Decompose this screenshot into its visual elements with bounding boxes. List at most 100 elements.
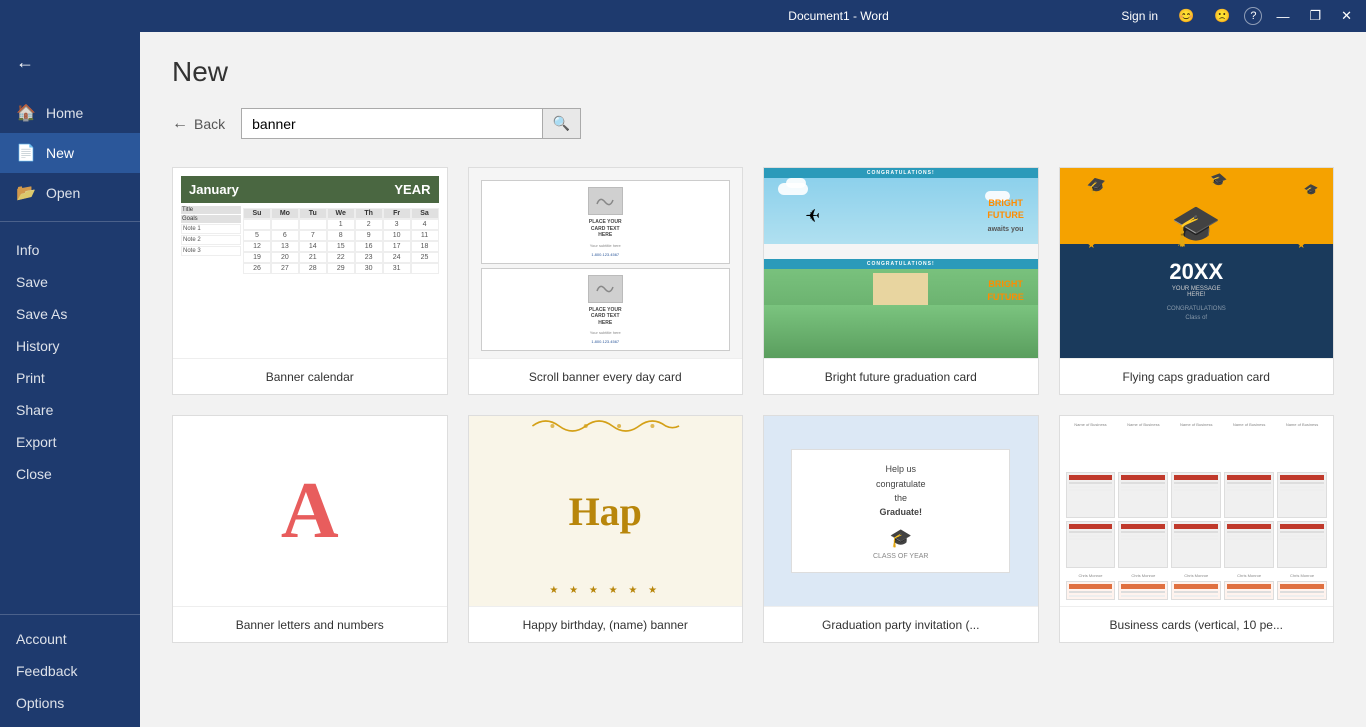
- template-card-happy-birthday[interactable]: Hap ★ ★ ★ ★ ★ ★ Happy birthday, (name) b…: [468, 415, 744, 643]
- sidebar-item-account[interactable]: Account: [0, 623, 140, 655]
- congratulations-banner-mid: CONGRATULATIONS!: [764, 259, 1038, 269]
- cal-header: January YEAR: [181, 176, 439, 203]
- biz-subname-4: Chris Monroe: [1224, 573, 1274, 578]
- sidebar-item-print[interactable]: Print: [0, 362, 140, 394]
- template-thumbnail-bright-future: ✈ BRIGHTFUTUREawaits you CONGRATULATIONS…: [764, 168, 1038, 358]
- sidebar-item-info[interactable]: Info: [0, 234, 140, 266]
- sidebar-back-button[interactable]: ←: [0, 44, 140, 81]
- sidebar-mid-items: Info Save Save As History Print Share Ex…: [0, 230, 140, 494]
- template-thumbnail-happy-birthday: Hap ★ ★ ★ ★ ★ ★: [469, 416, 743, 606]
- template-grid: January YEAR Title Goals Note 1 Note 2 N…: [172, 167, 1334, 643]
- biz-subname-1: Chris Monroe: [1066, 573, 1116, 578]
- biz-card-4: [1224, 472, 1274, 519]
- search-input[interactable]: [242, 110, 542, 138]
- sidebar-divider-2: [0, 614, 140, 615]
- maximize-button[interactable]: ❐: [1303, 6, 1327, 26]
- template-card-banner-calendar[interactable]: January YEAR Title Goals Note 1 Note 2 N…: [172, 167, 448, 395]
- template-card-bright-future[interactable]: ✈ BRIGHTFUTUREawaits you CONGRATULATIONS…: [763, 167, 1039, 395]
- template-label-banner-calendar: Banner calendar: [173, 358, 447, 394]
- sidebar-item-home-label: Home: [46, 105, 83, 121]
- new-icon: 📄: [16, 143, 36, 163]
- sidebar-bottom: Account Feedback Options: [0, 623, 140, 727]
- sidebar-mid: Info Save Save As History Print Share Ex…: [0, 230, 140, 606]
- close-button[interactable]: ✕: [1335, 6, 1358, 26]
- party-class-of: CLASS OF YEAR: [804, 553, 997, 560]
- page-title: New: [172, 56, 1334, 88]
- sidebar-item-share[interactable]: Share: [0, 394, 140, 426]
- minimize-button[interactable]: —: [1270, 7, 1295, 26]
- biz-card-6: [1066, 521, 1116, 568]
- biz-col-header-2: Name of Business: [1118, 422, 1168, 469]
- template-label-graduation-party: Graduation party invitation (...: [764, 606, 1038, 642]
- sidebar-item-options[interactable]: Options: [0, 687, 140, 719]
- grad-congratulations-text: CONGRATULATIONSClass of: [1167, 305, 1226, 323]
- title-bar-title: Document1 - Word: [562, 9, 1116, 23]
- biz-card-3: [1171, 472, 1221, 519]
- template-card-banner-letters[interactable]: A Banner letters and numbers: [172, 415, 448, 643]
- sidebar-item-feedback[interactable]: Feedback: [0, 655, 140, 687]
- template-card-scroll-banner[interactable]: PLACE YOURCARD TEXTHERE Your subtitle he…: [468, 167, 744, 395]
- template-thumbnail-flying-caps: 🎓 🎓 🎓 🎓 ★ ★ 20XX CONGRATULATIONSClass of…: [1060, 168, 1334, 358]
- sidebar-item-save[interactable]: Save: [0, 266, 140, 298]
- biz-card-9: [1224, 521, 1274, 568]
- scroll-banner-thumb: PLACE YOURCARD TEXTHERE Your subtitle he…: [469, 168, 743, 358]
- template-thumbnail-business-cards: Name of Business Name of Business Name o…: [1060, 416, 1334, 606]
- search-button[interactable]: 🔍: [542, 109, 580, 138]
- sidebar-item-save-as[interactable]: Save As: [0, 298, 140, 330]
- cal-month: January: [189, 182, 239, 197]
- title-bar: Document1 - Word Sign in 😊 🙁 ? — ❐ ✕: [0, 0, 1366, 32]
- ribbon-svg: [469, 416, 743, 436]
- party-card-inner: Help uscongratulatethe Graduate! 🎓 CLASS…: [791, 449, 1010, 573]
- bright-future-text: BRIGHTFUTUREawaits you: [987, 197, 1024, 235]
- biz-col-header-5: Name of Business: [1277, 422, 1327, 469]
- sidebar-divider-1: [0, 221, 140, 222]
- biz-subname-3: Chris Monroe: [1171, 573, 1221, 578]
- biz-card-11: [1066, 581, 1116, 600]
- biz-card-8: [1171, 521, 1221, 568]
- sidebar-item-open[interactable]: 📂 Open: [0, 173, 140, 213]
- party-grad-icon: 🎓: [804, 528, 997, 549]
- template-label-flying-caps: Flying caps graduation card: [1060, 358, 1334, 394]
- congratulations-banner-top: CONGRATULATIONS!: [764, 168, 1038, 178]
- template-label-banner-letters: Banner letters and numbers: [173, 606, 447, 642]
- template-label-scroll-banner: Scroll banner every day card: [469, 358, 743, 394]
- sidebar-item-open-label: Open: [46, 185, 80, 201]
- sign-in-link[interactable]: Sign in: [1115, 7, 1164, 25]
- your-message-here: YOUR MESSAGEHERE!: [1172, 286, 1221, 298]
- back-link[interactable]: ← Back: [172, 115, 225, 133]
- back-arrow-icon: ←: [172, 115, 188, 133]
- airplane-icon: ✈: [805, 206, 820, 227]
- party-card-text: Help uscongratulatethe Graduate!: [804, 462, 997, 520]
- biz-thumb: Name of Business Name of Business Name o…: [1060, 416, 1334, 606]
- sidebar-item-export[interactable]: Export: [0, 426, 140, 458]
- biz-card-2: [1118, 472, 1168, 519]
- year-text: 20XX: [1169, 259, 1223, 285]
- frown-icon[interactable]: 🙁: [1208, 6, 1236, 26]
- sidebar-item-new[interactable]: 📄 New: [0, 133, 140, 173]
- template-thumbnail-scroll-banner: PLACE YOURCARD TEXTHERE Your subtitle he…: [469, 168, 743, 358]
- banner-letters-thumb: A: [173, 416, 447, 606]
- sidebar: ← 🏠 Home 📄 New 📂 Open Info Save Save As: [0, 32, 140, 727]
- sidebar-item-home[interactable]: 🏠 Home: [0, 93, 140, 133]
- title-bar-actions: Sign in 😊 🙁 ? — ❐ ✕: [1115, 6, 1358, 26]
- biz-card-13: [1171, 581, 1221, 600]
- template-thumbnail-banner-letters: A: [173, 416, 447, 606]
- biz-subname-2: Chris Monroe: [1118, 573, 1168, 578]
- big-letter-a: A: [281, 466, 339, 557]
- template-thumbnail-banner-calendar: January YEAR Title Goals Note 1 Note 2 N…: [173, 168, 447, 358]
- template-card-graduation-party[interactable]: Help uscongratulatethe Graduate! 🎓 CLASS…: [763, 415, 1039, 643]
- sidebar-item-close[interactable]: Close: [0, 458, 140, 490]
- biz-card-14: [1224, 581, 1274, 600]
- template-card-flying-caps[interactable]: 🎓 🎓 🎓 🎓 ★ ★ 20XX CONGRATULATIONSClass of…: [1059, 167, 1335, 395]
- sidebar-item-new-label: New: [46, 145, 74, 161]
- template-label-business-cards: Business cards (vertical, 10 pe...: [1060, 606, 1334, 642]
- template-card-business-cards[interactable]: Name of Business Name of Business Name o…: [1059, 415, 1335, 643]
- star-2: ★: [1297, 240, 1306, 251]
- smile-icon[interactable]: 😊: [1172, 6, 1200, 26]
- help-icon[interactable]: ?: [1244, 7, 1262, 25]
- grad-cap-3: 🎓: [1304, 183, 1320, 198]
- biz-card-15: [1277, 581, 1327, 600]
- cal-year: YEAR: [394, 182, 430, 197]
- search-input-wrap: 🔍: [241, 108, 581, 139]
- sidebar-item-history[interactable]: History: [0, 330, 140, 362]
